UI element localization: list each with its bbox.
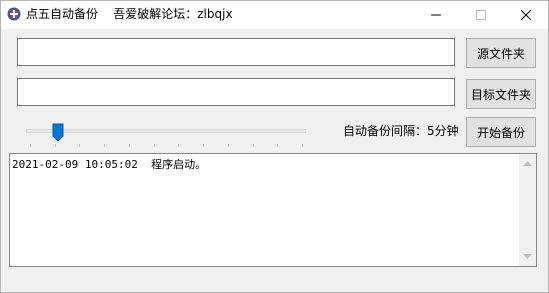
slider-thumb[interactable]: [52, 123, 64, 142]
slider-tick: [153, 144, 155, 147]
slider-tick: [54, 144, 56, 147]
slider-tick: [128, 144, 130, 147]
slider-tick: [277, 144, 279, 147]
interval-label: 自动备份间隔：5分钟: [343, 124, 459, 138]
maximize-icon: [475, 10, 486, 20]
slider-tick: [104, 144, 106, 147]
close-icon: [520, 10, 531, 20]
slider-tick: [203, 144, 205, 147]
source-path-field[interactable]: [17, 38, 455, 66]
log-textarea[interactable]: 2021-02-09 10:05:02 程序启动。: [9, 153, 537, 267]
maximize-button[interactable]: [458, 1, 503, 29]
minimize-button[interactable]: [413, 1, 458, 29]
app-window: 点五自动备份 吾爱破解论坛：zlbqjx 源文件夹 目标文件夹 自动备份间隔：5…: [0, 0, 549, 293]
slider-tick: [302, 144, 303, 147]
interval-slider[interactable]: [26, 129, 306, 133]
title-bar: 点五自动备份 吾爱破解论坛：zlbqjx: [1, 1, 548, 29]
slider-tick: [79, 144, 81, 147]
slider-tick: [30, 144, 31, 147]
start-backup-button[interactable]: 开始备份: [466, 117, 536, 147]
start-backup-label: 开始备份: [476, 125, 525, 140]
slider-tick: [178, 144, 180, 147]
window-title: 点五自动备份 吾爱破解论坛：zlbqjx: [26, 7, 233, 21]
minimize-icon: [430, 14, 441, 16]
close-button[interactable]: [503, 1, 548, 29]
target-path-field[interactable]: [17, 78, 455, 106]
scroll-up-arrow-icon[interactable]: [523, 160, 532, 166]
source-folder-label: 源文件夹: [476, 46, 525, 61]
target-folder-label: 目标文件夹: [470, 87, 531, 102]
scroll-down-arrow-icon[interactable]: [523, 254, 532, 260]
log-line: 2021-02-09 10:05:02 程序启动。: [12, 158, 207, 171]
slider-tick: [227, 144, 229, 147]
app-icon: [7, 7, 21, 21]
source-folder-button[interactable]: 源文件夹: [466, 38, 536, 68]
target-folder-button[interactable]: 目标文件夹: [466, 79, 536, 109]
vertical-scrollbar[interactable]: [519, 154, 536, 266]
slider-tick: [252, 144, 254, 147]
